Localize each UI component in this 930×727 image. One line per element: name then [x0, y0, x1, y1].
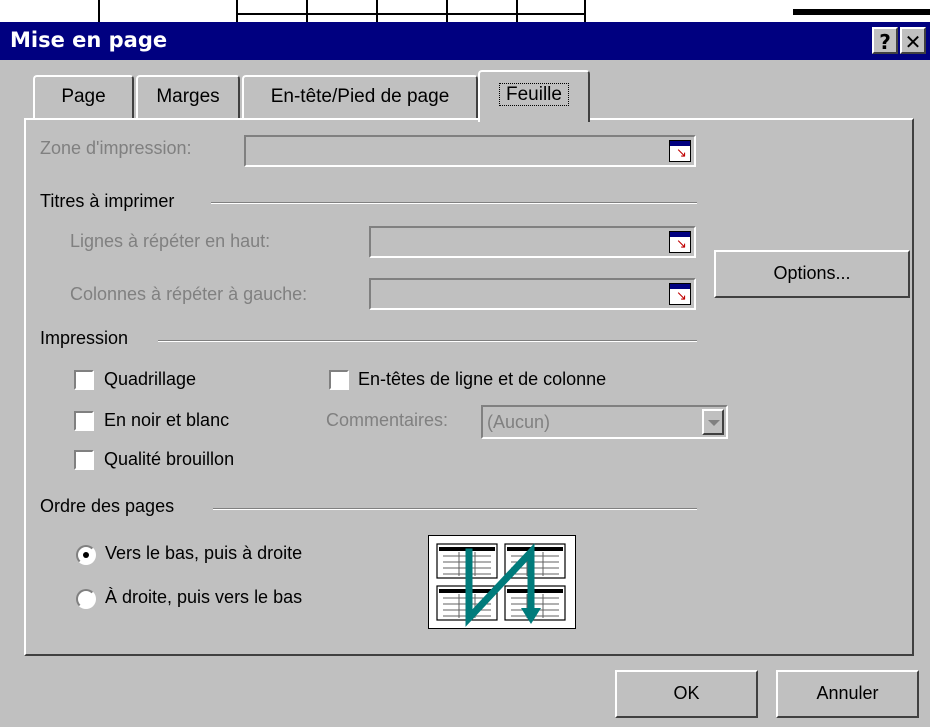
grid-line — [236, 0, 238, 22]
tab-label: Page — [61, 86, 106, 107]
collapse-dialog-icon[interactable]: ↘ — [669, 140, 691, 162]
cancel-button[interactable]: Annuler — [776, 670, 919, 718]
dialog-title: Mise en page — [10, 28, 168, 52]
options-button[interactable]: Options... — [714, 250, 910, 298]
cancel-button-label: Annuler — [816, 683, 879, 703]
close-icon: ✕ — [904, 30, 922, 54]
collapse-dialog-icon[interactable]: ↘ — [669, 283, 691, 305]
over-then-down-radio[interactable] — [76, 589, 96, 609]
rows-repeat-input[interactable]: ↘ — [369, 226, 696, 258]
dialog-title-bar[interactable]: Mise en page ? ✕ — [0, 22, 930, 60]
tab-sheet[interactable]: Feuille — [478, 70, 590, 122]
ok-button-label: OK — [673, 683, 700, 703]
grid-line — [98, 0, 100, 22]
row-col-headings-checkbox[interactable] — [329, 370, 349, 390]
black-white-checkbox[interactable] — [74, 411, 94, 431]
tab-label: En-tête/Pied de page — [270, 86, 450, 107]
gridlines-checkbox[interactable] — [74, 370, 94, 390]
print-area-input[interactable]: ↘ — [244, 135, 696, 167]
grid-line — [236, 13, 586, 15]
sheet-tab-panel — [24, 118, 914, 656]
draft-quality-checkbox[interactable] — [74, 450, 94, 470]
ok-button[interactable]: OK — [615, 670, 758, 718]
grid-line — [516, 0, 518, 22]
tab-label: Marges — [156, 86, 220, 107]
grid-line — [446, 0, 448, 22]
tab-margins[interactable]: Marges — [136, 75, 240, 119]
grid-line — [584, 0, 586, 22]
comments-select-value: (Aucun) — [487, 412, 551, 432]
grid-line — [306, 0, 308, 22]
grid-line — [793, 9, 930, 15]
grid-line — [376, 0, 378, 22]
close-button[interactable]: ✕ — [900, 27, 926, 54]
down-then-over-radio[interactable] — [76, 545, 96, 565]
tab-header-footer[interactable]: En-tête/Pied de page — [242, 75, 478, 119]
background-spreadsheet-strip — [0, 0, 930, 22]
chevron-down-icon[interactable] — [702, 409, 724, 435]
help-button[interactable]: ? — [872, 27, 898, 54]
tab-page[interactable]: Page — [33, 75, 134, 119]
help-icon: ? — [879, 30, 891, 54]
tab-label: Feuille — [499, 83, 569, 106]
comments-select[interactable]: (Aucun) — [481, 405, 728, 439]
cols-repeat-input[interactable]: ↘ — [369, 278, 696, 310]
collapse-dialog-icon[interactable]: ↘ — [669, 231, 691, 253]
options-button-label: Options... — [773, 263, 851, 283]
